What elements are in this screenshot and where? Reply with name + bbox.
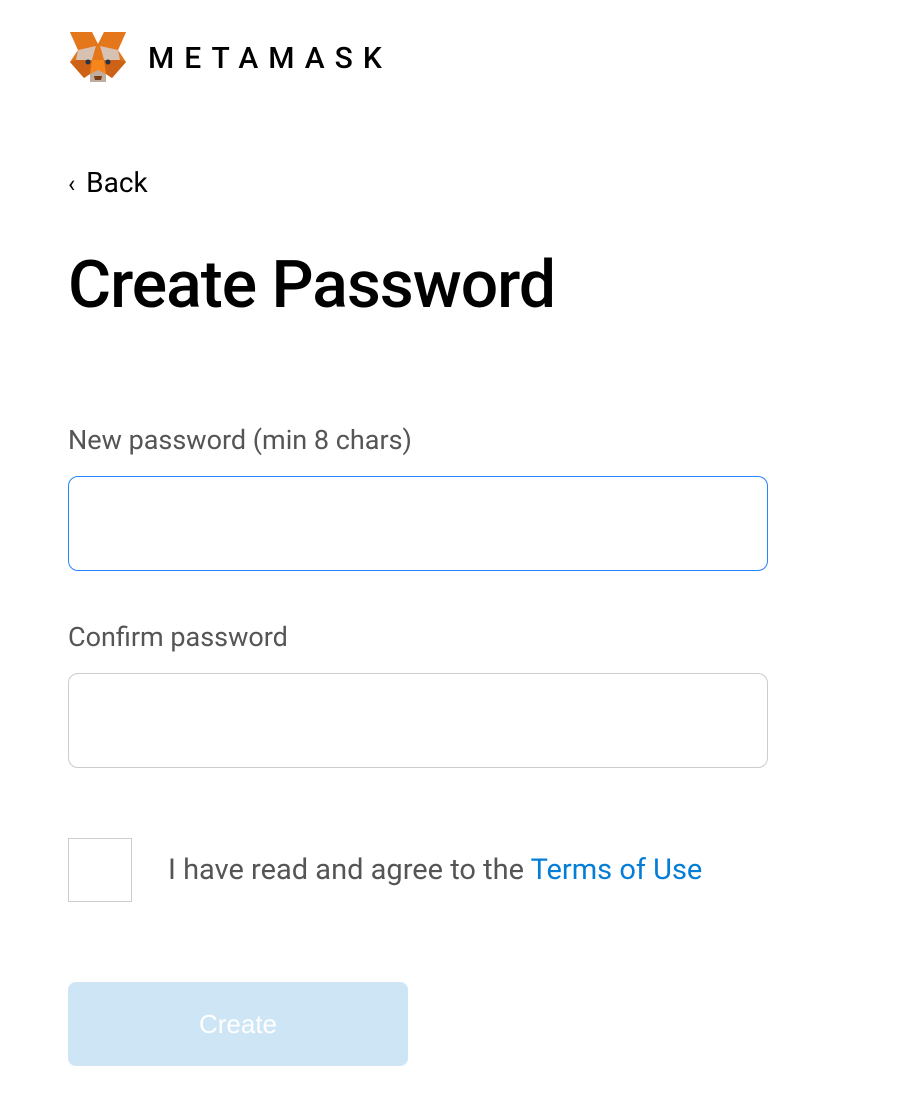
page-title: Create Password [68,247,848,324]
new-password-group: New password (min 8 chars) [68,424,848,571]
terms-row: I have read and agree to the Terms of Us… [68,838,848,902]
new-password-label: New password (min 8 chars) [68,424,848,456]
terms-of-use-link[interactable]: Terms of Use [531,853,703,887]
terms-text-prefix: I have read and agree to the [168,853,531,887]
back-label: Back [86,166,148,199]
chevron-left-icon: ‹ [68,170,75,198]
app-header: METAMASK [68,30,848,86]
terms-checkbox[interactable] [68,838,132,902]
confirm-password-label: Confirm password [68,621,848,653]
confirm-password-group: Confirm password [68,621,848,768]
create-button[interactable]: Create [68,982,408,1066]
brand-name: METAMASK [148,41,392,76]
confirm-password-input[interactable] [68,673,768,768]
back-button[interactable]: ‹ Back [68,166,848,199]
terms-text: I have read and agree to the Terms of Us… [168,853,702,887]
new-password-input[interactable] [68,476,768,571]
metamask-fox-icon [68,30,128,86]
